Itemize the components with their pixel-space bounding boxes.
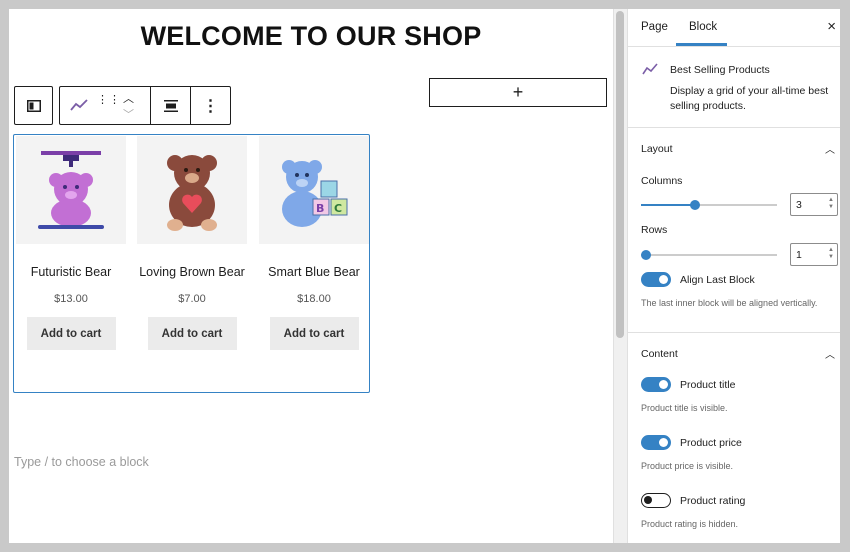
plus-icon: +: [512, 82, 524, 102]
close-icon[interactable]: ×: [827, 18, 836, 35]
product-price: $18.00: [297, 293, 331, 305]
product-grid-block[interactable]: Futuristic Bear $13.00 Add to cart Lovin…: [13, 134, 370, 393]
columns-slider-fill: [641, 204, 695, 206]
product-title-help: Product title is visible.: [641, 403, 728, 413]
trend-icon[interactable]: [70, 99, 88, 111]
divider: [628, 127, 840, 128]
block-toolbar: ⋮⋮ ︿ ﹀ ⋮: [59, 86, 231, 125]
tab-active-indicator: [676, 43, 727, 46]
more-options-button[interactable]: ⋮: [191, 87, 230, 124]
drag-handle-icon[interactable]: ⋮⋮: [97, 95, 121, 106]
product-price: $7.00: [178, 293, 206, 305]
product-price-toggle[interactable]: [641, 435, 671, 450]
rows-slider[interactable]: [641, 250, 777, 260]
product-card: Futuristic Bear $13.00 Add to cart: [15, 135, 127, 350]
product-image[interactable]: [16, 136, 126, 244]
sidebar-tabs: Page Block ×: [628, 9, 840, 47]
rows-value: 1: [796, 248, 802, 261]
product-image[interactable]: B C: [259, 136, 369, 244]
stepper-icon[interactable]: ▲ ▼: [828, 247, 834, 261]
product-title[interactable]: Futuristic Bear: [15, 265, 127, 279]
settings-sidebar: Page Block × Best Selling Products Displ…: [627, 9, 840, 543]
block-type-icon: [26, 99, 41, 112]
trend-icon: [642, 63, 658, 75]
brown-bear-heart-icon: [167, 155, 217, 231]
block-placeholder[interactable]: Type / to choose a block: [14, 455, 149, 469]
block-appender-button[interactable]: +: [429, 78, 607, 107]
align-last-block-label: Align Last Block: [680, 274, 755, 286]
product-image[interactable]: [137, 136, 247, 244]
columns-slider[interactable]: [641, 200, 777, 210]
rows-input[interactable]: 1 ▲ ▼: [790, 243, 838, 266]
product-rating-help: Product rating is hidden.: [641, 519, 739, 529]
product-price-label: Product price: [680, 437, 742, 449]
svg-text:B: B: [316, 202, 324, 215]
align-button[interactable]: [151, 87, 191, 124]
block-card-description: Display a grid of your all-time best sel…: [670, 85, 829, 112]
block-switcher-group: ⋮⋮ ︿ ﹀: [60, 87, 151, 124]
editor-frame: WELCOME TO OUR SHOP ⋮⋮ ︿ ﹀ ⋮ + Futuristi…: [9, 9, 840, 543]
add-to-cart-button[interactable]: Add to cart: [269, 317, 359, 350]
product-price: $13.00: [54, 293, 88, 305]
page-heading[interactable]: WELCOME TO OUR SHOP: [9, 21, 613, 52]
add-to-cart-button[interactable]: Add to cart: [147, 317, 237, 350]
layout-section-title[interactable]: Layout: [641, 143, 673, 155]
add-to-cart-button[interactable]: Add to cart: [26, 317, 116, 350]
move-up-icon[interactable]: ︿: [123, 90, 134, 106]
rows-label: Rows: [641, 224, 668, 236]
product-title-toggle[interactable]: [641, 377, 671, 392]
content-section-title[interactable]: Content: [641, 348, 678, 360]
futuristic-bear-icon: [38, 151, 104, 229]
tab-page[interactable]: Page: [641, 21, 668, 33]
divider: [628, 332, 840, 333]
columns-label: Columns: [641, 175, 683, 187]
rows-slider-handle[interactable]: [641, 250, 651, 260]
product-rating-toggle[interactable]: [641, 493, 671, 508]
product-card: Loving Brown Bear $7.00 Add to cart: [136, 135, 248, 350]
svg-text:C: C: [334, 202, 342, 215]
columns-slider-handle[interactable]: [690, 200, 700, 210]
canvas-scrollbar-thumb[interactable]: [616, 11, 624, 338]
stepper-icon[interactable]: ▲ ▼: [828, 197, 834, 211]
blue-bear-blocks-icon: B C: [282, 160, 348, 227]
tab-block[interactable]: Block: [689, 21, 717, 33]
product-title[interactable]: Loving Brown Bear: [136, 265, 248, 279]
editor-canvas: WELCOME TO OUR SHOP ⋮⋮ ︿ ﹀ ⋮ + Futuristi…: [9, 9, 613, 543]
columns-input[interactable]: 3 ▲ ▼: [790, 193, 838, 216]
product-price-help: Product price is visible.: [641, 461, 734, 471]
more-options-icon: ⋮: [202, 97, 219, 115]
product-rating-label: Product rating: [680, 495, 746, 507]
align-last-block-help: The last inner block will be aligned ver…: [641, 298, 818, 308]
block-card-title: Best Selling Products: [670, 64, 770, 76]
chevron-up-icon[interactable]: ︿: [825, 141, 835, 156]
align-icon: [163, 99, 178, 112]
block-type-button[interactable]: [14, 86, 53, 125]
chevron-up-icon[interactable]: ︿: [825, 346, 835, 361]
product-title-label: Product title: [680, 379, 736, 391]
align-last-block-toggle[interactable]: [641, 272, 671, 287]
move-down-icon[interactable]: ﹀: [123, 106, 134, 122]
product-card: B C Smart Blue Bear $18.00 Add to cart: [258, 135, 370, 350]
columns-value: 3: [796, 198, 802, 211]
product-title[interactable]: Smart Blue Bear: [258, 265, 370, 279]
